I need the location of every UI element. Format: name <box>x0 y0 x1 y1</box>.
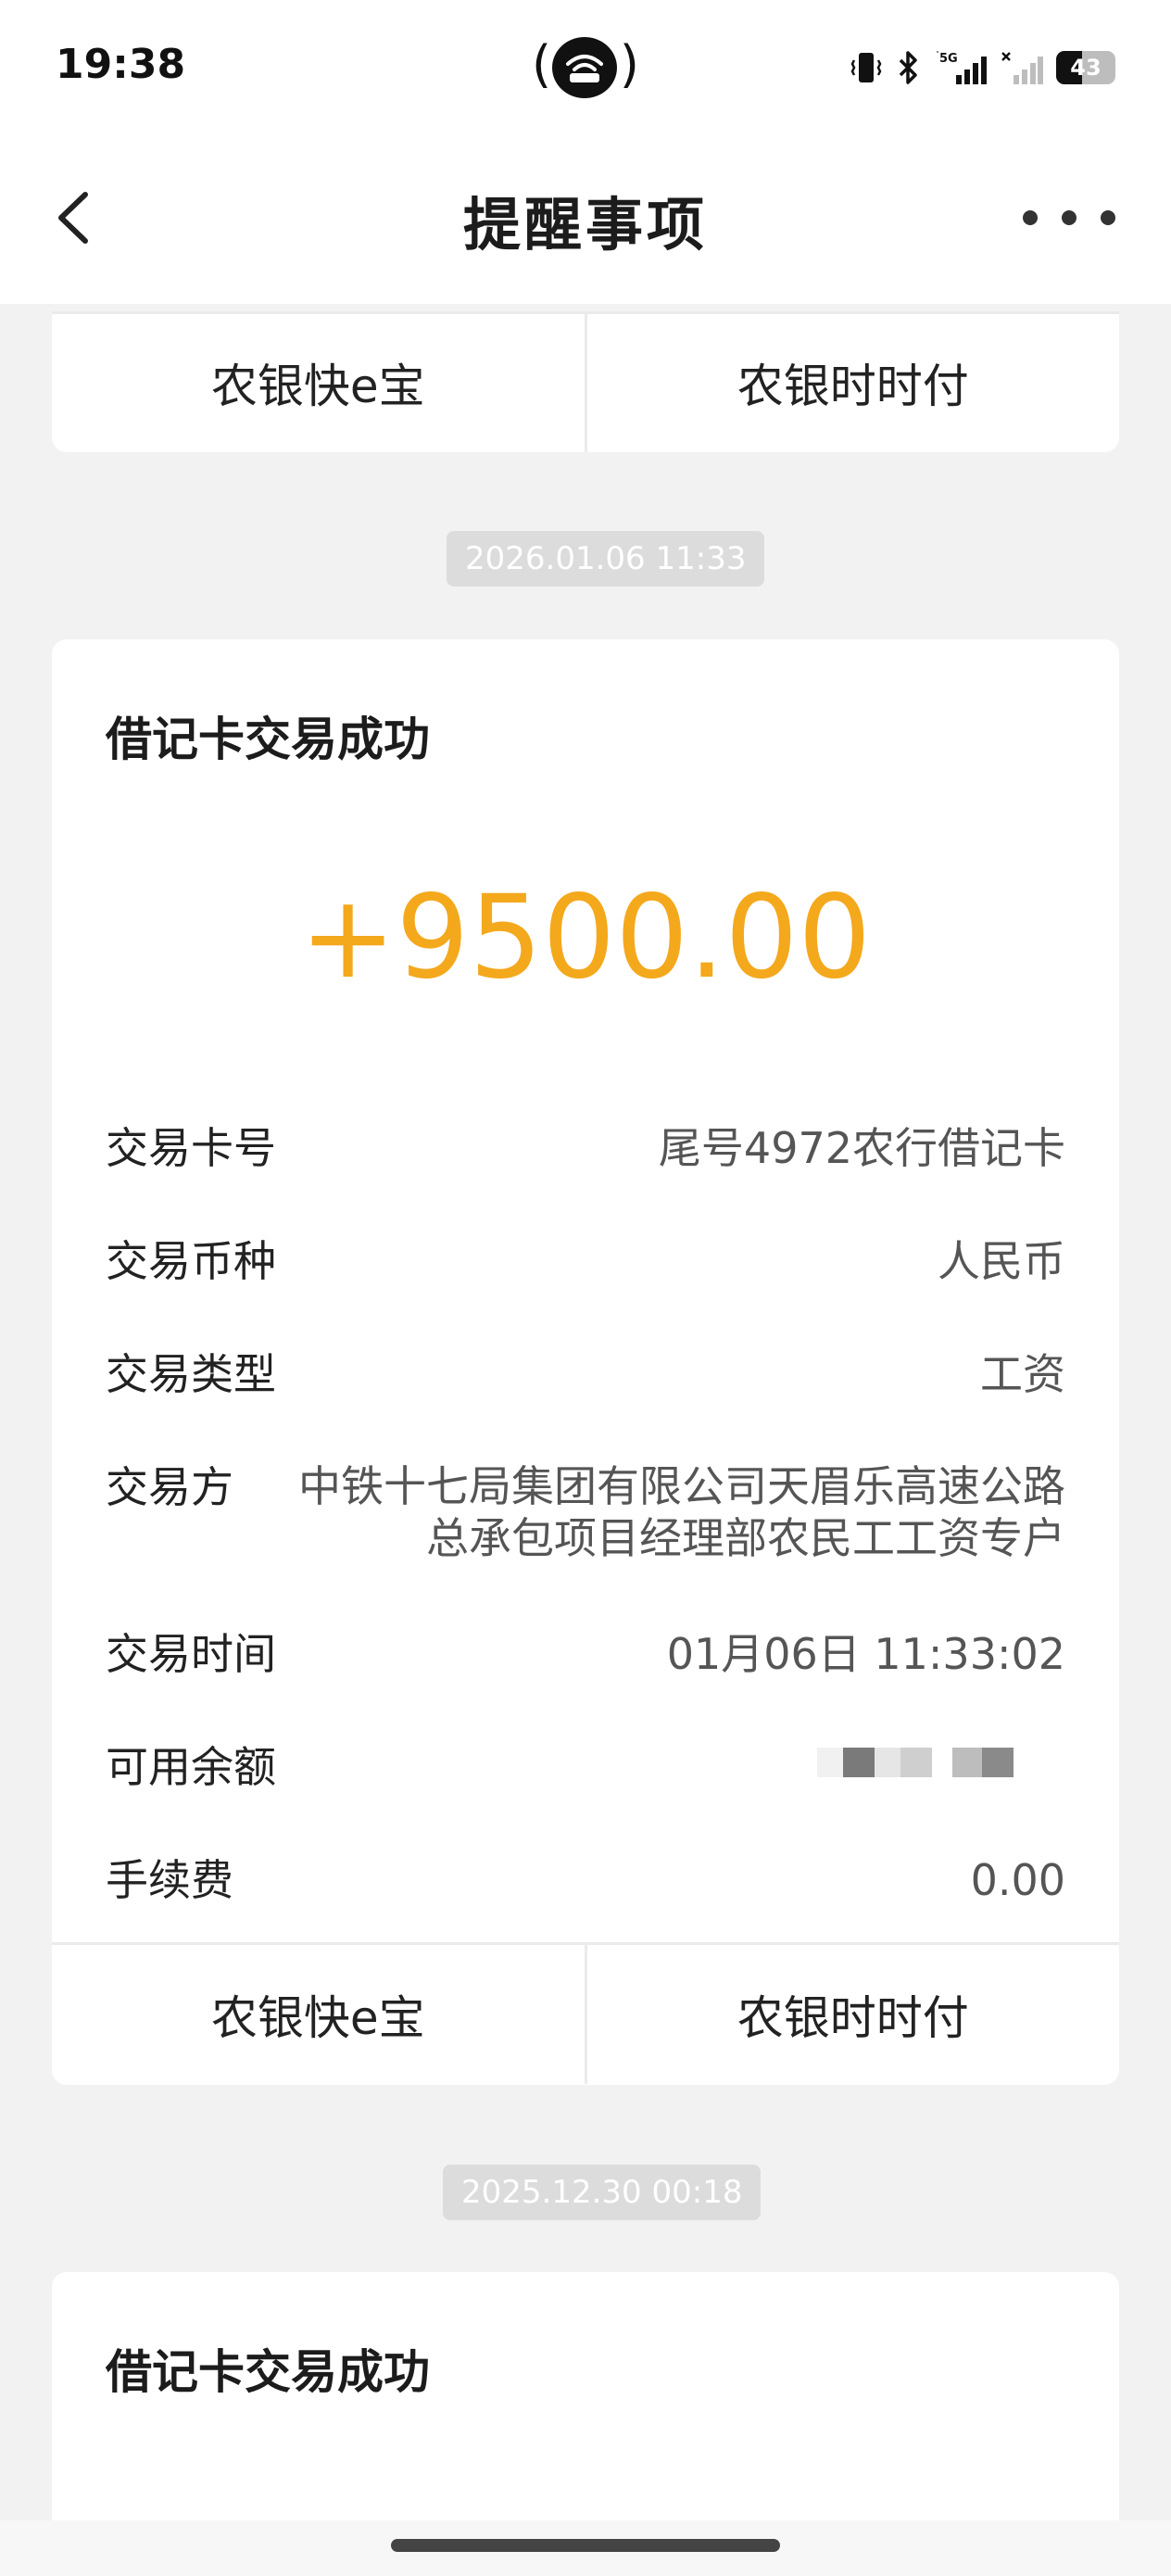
action-row: 农银快e宝 农银时时付 <box>52 313 1119 452</box>
transaction-amount: +9500.00 <box>299 871 872 1004</box>
detail-label: 交易类型 <box>106 1349 276 1399</box>
home-indicator[interactable] <box>391 2539 780 2552</box>
battery-level: 43 <box>1070 55 1102 81</box>
kuaiebao-button[interactable]: 农银快e宝 <box>52 313 585 452</box>
more-dot <box>1062 210 1077 225</box>
status-icons: 5G 43 <box>850 44 1115 91</box>
detail-label: 可用余额 <box>106 1742 276 1792</box>
signal-no-service-icon <box>1001 52 1043 84</box>
detail-label: 手续费 <box>106 1855 233 1905</box>
status-bar: 19:38 ( ) 5G 43 <box>0 0 1171 139</box>
detail-label: 交易币种 <box>106 1236 276 1286</box>
nav-bar: 提醒事项 <box>0 139 1171 304</box>
hotspot-icon <box>552 37 617 98</box>
kuaiebao-button[interactable]: 农银快e宝 <box>52 1945 585 2084</box>
detail-label: 交易卡号 <box>106 1123 276 1173</box>
vibrate-icon <box>850 53 882 82</box>
detail-label: 交易时间 <box>106 1629 276 1679</box>
detail-value: 01月06日 11:33:02 <box>666 1629 1065 1679</box>
network-label: 5G <box>939 52 958 66</box>
page-title: 提醒事项 <box>462 191 708 259</box>
island-left-bracket: ( <box>532 35 552 94</box>
more-button[interactable] <box>1023 204 1115 232</box>
shishifu-button[interactable]: 农银时时付 <box>587 1945 1120 2084</box>
more-dot <box>1023 210 1038 225</box>
detail-value: 0.00 <box>970 1855 1065 1905</box>
status-time: 19:38 <box>56 41 186 88</box>
action-row: 农银快e宝 农银时时付 <box>52 1945 1119 2084</box>
masked-balance <box>817 1748 1030 1785</box>
detail-label: 交易方 <box>106 1462 233 1512</box>
detail-value: 尾号4972农行借记卡 <box>658 1123 1065 1173</box>
transaction-card: 借记卡交易成功 +9500.00 交易卡号 尾号4972农行借记卡 交易币种 人… <box>52 639 1119 2085</box>
previous-message-actions: 农银快e宝 农银时时付 <box>52 311 1119 452</box>
transaction-card: 借记卡交易成功 <box>52 2272 1119 2550</box>
card-title: 借记卡交易成功 <box>106 2345 430 2399</box>
shishifu-button[interactable]: 农银时时付 <box>587 313 1120 452</box>
signal-5g-icon: 5G <box>937 51 987 84</box>
detail-value: 中铁十七局集团有限公司天眉乐高速公路总承包项目经理部农民工工资专户 <box>298 1461 1065 1563</box>
detail-row-counterparty: 交易方 中铁十七局集团有限公司天眉乐高速公路总承包项目经理部农民工工资专户 <box>106 1460 1065 1564</box>
more-dot <box>1101 210 1115 225</box>
card-title: 借记卡交易成功 <box>106 713 430 766</box>
detail-value: 工资 <box>980 1349 1065 1399</box>
message-timestamp: 2026.01.06 11:33 <box>447 531 765 587</box>
dynamic-island: ( ) <box>532 35 639 100</box>
bluetooth-icon <box>899 51 917 84</box>
detail-value: 人民币 <box>938 1236 1065 1286</box>
battery-icon: 43 <box>1056 51 1115 84</box>
island-right-bracket: ) <box>619 35 639 94</box>
message-timestamp: 2025.12.30 00:18 <box>443 2165 762 2220</box>
divider <box>52 311 1119 314</box>
